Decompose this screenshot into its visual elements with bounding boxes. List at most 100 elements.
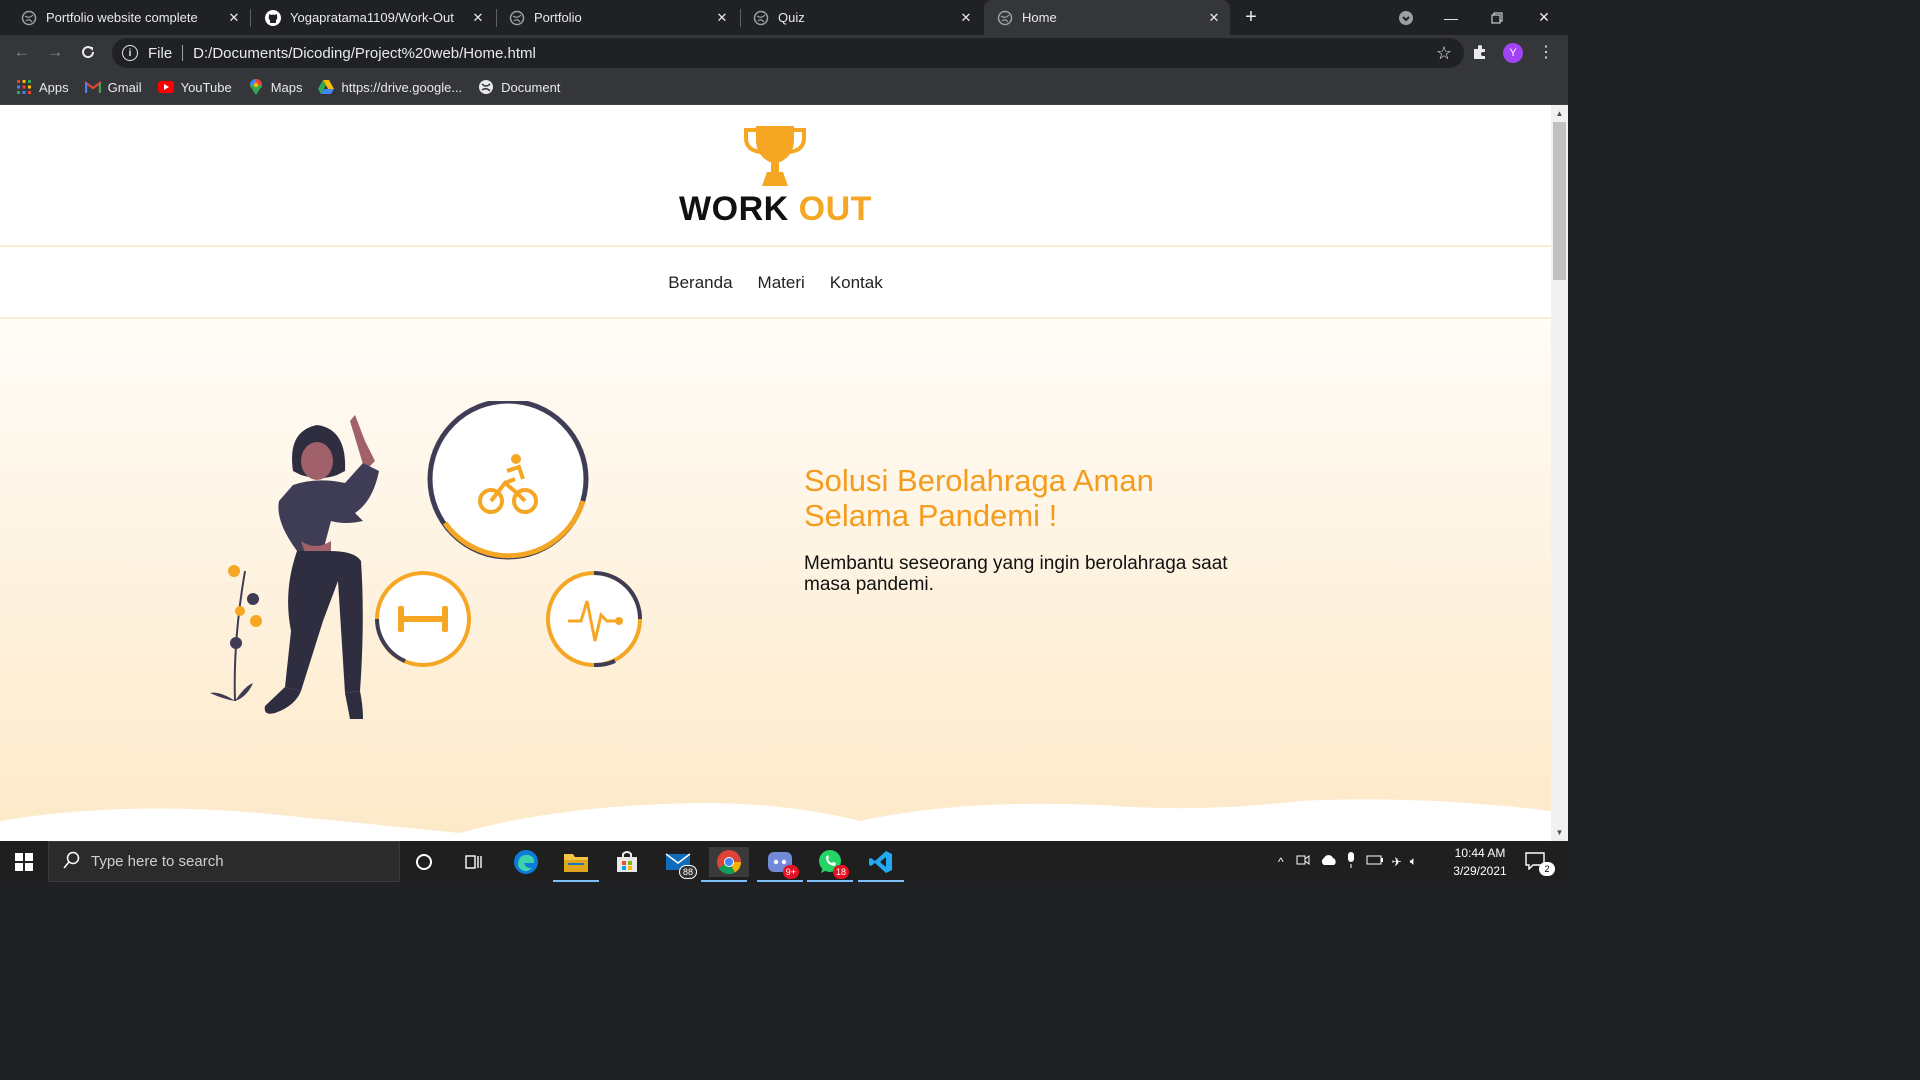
meet-now-icon[interactable] bbox=[1296, 853, 1310, 870]
restore-icon bbox=[1491, 12, 1503, 23]
restore-button[interactable] bbox=[1474, 0, 1520, 35]
globe-icon bbox=[509, 10, 525, 26]
youtube-icon bbox=[157, 79, 174, 95]
page-viewport: WORK OUT Beranda Materi Kontak Solusi Be… bbox=[0, 105, 1551, 841]
bookmark-youtube[interactable]: YouTube bbox=[157, 79, 232, 95]
cortana-icon[interactable] bbox=[409, 847, 439, 877]
notification-center-icon[interactable]: 2 bbox=[1525, 852, 1555, 876]
hero-title: Solusi Berolahraga Aman Selama Pandemi ! bbox=[804, 463, 1154, 533]
bookmark-label: https://drive.google... bbox=[341, 79, 463, 95]
bookmark-maps[interactable]: Maps bbox=[248, 79, 303, 95]
chevron-up-icon[interactable]: ^ bbox=[1278, 855, 1284, 869]
tab-title: Yogapratama1109/Work-Out bbox=[290, 10, 454, 25]
system-tray: ^ ✈ 🔈︎ bbox=[1278, 841, 1417, 882]
notification-count-badge: 2 bbox=[1539, 862, 1555, 876]
address-bar[interactable]: i File D:/Documents/Dicoding/Project%20w… bbox=[112, 38, 1464, 68]
github-icon bbox=[265, 9, 281, 26]
start-button[interactable] bbox=[0, 841, 48, 882]
more-menu-icon[interactable]: ⋮ bbox=[1538, 42, 1554, 62]
close-icon[interactable]: ✕ bbox=[958, 10, 974, 26]
onedrive-cloud-icon[interactable] bbox=[1320, 854, 1338, 869]
globe-icon bbox=[21, 10, 37, 26]
taskbar-search-box[interactable]: Type here to search bbox=[48, 841, 400, 882]
bookmark-label: Document bbox=[501, 79, 561, 95]
running-indicator bbox=[858, 880, 904, 882]
browser-toolbar: ← → i File D:/Documents/Dicoding/Project… bbox=[0, 35, 1568, 70]
running-indicator bbox=[757, 880, 803, 882]
globe-icon bbox=[478, 79, 494, 95]
drive-icon bbox=[318, 79, 335, 95]
scrollbar-thumb[interactable] bbox=[1553, 122, 1566, 280]
task-view-icon[interactable] bbox=[459, 847, 489, 877]
bookmarks-bar: Apps Gmail YouTube Maps https://drive.go… bbox=[0, 70, 1568, 105]
maps-icon bbox=[248, 79, 264, 95]
brand-logo-text[interactable]: WORK OUT bbox=[0, 190, 1551, 229]
running-indicator bbox=[553, 880, 599, 882]
tab-title: Portfolio website complete bbox=[46, 10, 198, 25]
close-window-button[interactable]: ✕ bbox=[1521, 0, 1567, 35]
close-icon[interactable]: ✕ bbox=[1206, 10, 1222, 26]
close-icon[interactable]: ✕ bbox=[226, 10, 242, 26]
airplane-mode-icon[interactable]: ✈ bbox=[1392, 855, 1402, 869]
forward-arrow-icon[interactable]: → bbox=[44, 41, 66, 63]
tab-portfolio[interactable]: Portfolio ✕ bbox=[488, 0, 738, 35]
extensions-puzzle-icon[interactable] bbox=[1471, 43, 1489, 66]
mail-icon[interactable]: 88 bbox=[663, 847, 697, 879]
edge-browser-icon[interactable] bbox=[511, 847, 541, 877]
profile-avatar[interactable]: Y bbox=[1503, 43, 1523, 63]
running-indicator bbox=[701, 880, 747, 882]
system-clock[interactable]: 10:44 AM 3/29/2021 bbox=[1450, 844, 1510, 880]
search-icon bbox=[63, 851, 81, 873]
page-scrollbar[interactable]: ▲ ▼ bbox=[1551, 105, 1568, 841]
address-scheme: File bbox=[148, 44, 173, 62]
clock-time: 10:44 AM bbox=[1454, 846, 1506, 860]
globe-icon bbox=[753, 10, 769, 26]
reload-icon[interactable] bbox=[77, 41, 99, 63]
chrome-icon[interactable] bbox=[701, 847, 749, 882]
bookmark-document[interactable]: Document bbox=[478, 79, 560, 95]
microphone-icon[interactable] bbox=[1346, 852, 1356, 871]
tab-github-work-out[interactable]: Yogapratama1109/Work-Out ✕ bbox=[244, 0, 494, 35]
scroll-up-arrow-icon[interactable]: ▲ bbox=[1551, 105, 1568, 122]
bookmark-apps[interactable]: Apps bbox=[16, 79, 69, 95]
whatsapp-icon[interactable]: 18 bbox=[807, 847, 853, 882]
scroll-down-arrow-icon[interactable]: ▼ bbox=[1551, 824, 1568, 841]
nav-link-kontak[interactable]: Kontak bbox=[830, 273, 883, 293]
close-icon[interactable]: ✕ bbox=[470, 10, 486, 26]
clock-date: 3/29/2021 bbox=[1453, 864, 1507, 878]
microsoft-store-icon[interactable] bbox=[612, 847, 642, 877]
tab-title: Home bbox=[1022, 10, 1057, 25]
info-icon[interactable]: i bbox=[122, 45, 138, 61]
new-tab-button[interactable]: + bbox=[1241, 7, 1261, 27]
battery-icon[interactable] bbox=[1366, 854, 1384, 869]
apps-grid-icon bbox=[16, 79, 32, 95]
back-arrow-icon[interactable]: ← bbox=[11, 41, 33, 63]
site-navigation: Beranda Materi Kontak bbox=[0, 249, 1551, 319]
address-url[interactable]: D:/Documents/Dicoding/Project%20web/Home… bbox=[193, 45, 536, 62]
tab-search-button[interactable] bbox=[1383, 0, 1429, 35]
address-divider bbox=[182, 45, 184, 61]
bookmark-label: Maps bbox=[270, 79, 303, 95]
tab-quiz[interactable]: Quiz ✕ bbox=[732, 0, 982, 35]
brand-word-work: WORK bbox=[679, 190, 789, 228]
tab-portfolio-website[interactable]: Portfolio website complete ✕ bbox=[0, 0, 250, 35]
bookmark-gmail[interactable]: Gmail bbox=[84, 79, 142, 95]
workout-illustration bbox=[210, 401, 642, 719]
file-explorer-icon[interactable] bbox=[553, 847, 599, 882]
hero-section: Solusi Berolahraga Aman Selama Pandemi !… bbox=[0, 321, 1551, 841]
bookmark-star-icon[interactable]: ☆ bbox=[1436, 43, 1452, 64]
vscode-icon[interactable] bbox=[858, 847, 904, 882]
globe-icon bbox=[997, 10, 1013, 26]
discord-icon[interactable]: 9+ bbox=[757, 847, 803, 882]
volume-icon[interactable]: 🔈︎ bbox=[1410, 854, 1417, 869]
nav-link-beranda[interactable]: Beranda bbox=[668, 273, 732, 293]
chevron-down-icon bbox=[1399, 10, 1413, 25]
minimize-button[interactable]: — bbox=[1428, 0, 1474, 35]
windows-logo-icon bbox=[15, 852, 33, 871]
trophy-icon bbox=[744, 126, 806, 186]
browser-tab-strip: Portfolio website complete ✕ Yogapratama… bbox=[0, 0, 1568, 35]
bookmark-drive[interactable]: https://drive.google... bbox=[318, 79, 462, 95]
tab-home[interactable]: Home ✕ bbox=[984, 0, 1230, 35]
nav-link-materi[interactable]: Materi bbox=[758, 273, 805, 293]
close-icon[interactable]: ✕ bbox=[714, 10, 730, 26]
